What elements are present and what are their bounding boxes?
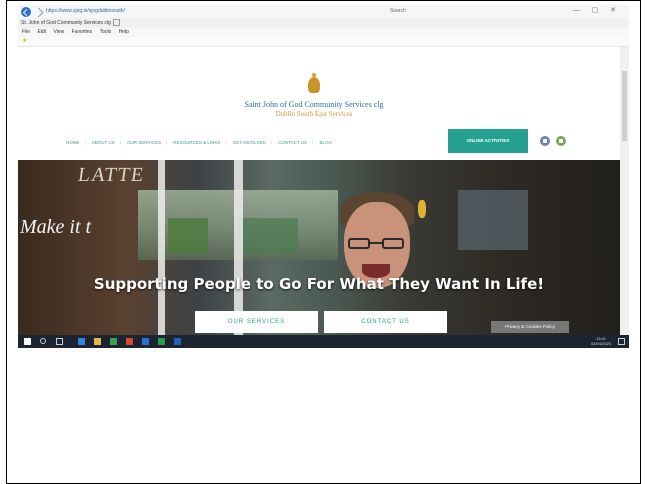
url-text: https://www.sjog.ie/sjogdublinsouth/ <box>46 8 125 14</box>
excel-icon[interactable] <box>158 338 165 345</box>
menu-bar: File Edit View Favorites Tools Help <box>18 28 629 37</box>
start-icon[interactable] <box>24 338 31 345</box>
clock-date: 02/04/2020 <box>590 340 611 346</box>
nav-home[interactable]: HOME <box>66 140 80 145</box>
nav-separator: | <box>84 140 86 145</box>
menu-favorites[interactable]: Favorites <box>72 29 93 35</box>
browser-tab[interactable]: St. John of God Community Services clg <box>21 19 111 27</box>
hero-headline: Supporting People to Go For What They Wa… <box>93 275 545 293</box>
windows-taskbar: 13:41 02/04/2020 <box>18 335 629 348</box>
hero-pillar <box>234 160 243 335</box>
glasses-lens <box>348 238 370 249</box>
notification-icon[interactable] <box>618 338 625 345</box>
office-icon[interactable] <box>126 338 133 345</box>
hero-window-backdrop <box>458 190 528 250</box>
screenshot: https://www.sjog.ie/sjogdublinsouth/ Sea… <box>18 5 629 348</box>
nav-about-us[interactable]: ABOUT US <box>92 140 115 145</box>
make-it-sign: Make it t <box>20 216 92 238</box>
twitter-icon[interactable] <box>556 136 566 146</box>
cookie-policy-button[interactable]: Privacy & Cookies Policy <box>491 321 569 333</box>
file-explorer-icon[interactable] <box>94 338 101 345</box>
hero-banner: LATTE Make it t Supporting People to Go … <box>18 160 620 335</box>
glasses-bridge <box>370 242 382 244</box>
word-icon[interactable] <box>142 338 149 345</box>
glasses-lens <box>382 238 404 249</box>
menu-tools[interactable]: Tools <box>100 29 112 35</box>
hero-foliage <box>168 218 208 254</box>
store-icon[interactable] <box>110 338 117 345</box>
page-scrollbar[interactable] <box>620 47 629 335</box>
nav-contact-us[interactable]: CONTACT US <box>278 140 307 145</box>
online-activities-button[interactable]: ONLINE ACTIVITIES <box>448 129 528 153</box>
forward-arrow-icon[interactable] <box>33 7 44 18</box>
tab-strip: St. John of God Community Services clg <box>18 18 629 28</box>
new-tab-icon[interactable] <box>113 19 120 26</box>
facebook-icon[interactable] <box>540 136 550 146</box>
nav-get-involved[interactable]: GET INVOLVED <box>233 140 266 145</box>
our-services-button[interactable]: OUR SERVICES <box>195 311 318 333</box>
web-page: Saint John of God Community Services clg… <box>18 47 620 335</box>
hero-pillar <box>158 160 165 335</box>
edge-icon[interactable] <box>78 338 85 345</box>
hero-lamp <box>418 200 426 218</box>
search-icon[interactable] <box>40 338 46 344</box>
main-nav: HOME | ABOUT US | OUR SERVICES | RESOURCES … <box>66 139 466 147</box>
favorites-bar: ★ <box>18 37 629 47</box>
nav-our-services[interactable]: OUR SERVICES <box>127 140 161 145</box>
back-arrow-icon[interactable] <box>21 7 31 17</box>
system-clock[interactable]: 13:41 02/04/2020 <box>590 336 611 346</box>
menu-help[interactable]: Help <box>119 29 129 35</box>
org-subtitle: Dublin South East Services <box>275 110 353 118</box>
nav-resources-links[interactable]: RESOURCES & LINKS <box>173 140 220 145</box>
task-view-icon[interactable] <box>56 338 63 345</box>
nav-separator: | <box>312 140 314 145</box>
hero-foliage <box>238 218 298 254</box>
favorites-star-icon[interactable]: ★ <box>22 38 27 45</box>
menu-file[interactable]: File <box>22 29 30 35</box>
latte-sign: LATTE <box>76 164 146 186</box>
org-name[interactable]: Saint John of God Community Services clg <box>216 100 412 109</box>
window-controls[interactable]: — ▢ ✕ <box>573 6 621 14</box>
menu-view[interactable]: View <box>53 29 64 35</box>
nav-separator: | <box>119 140 121 145</box>
search-input[interactable]: Search <box>390 8 480 15</box>
org-logo-icon[interactable] <box>308 73 320 93</box>
nav-separator: | <box>225 140 227 145</box>
outlook-icon[interactable] <box>174 338 181 345</box>
browser-address-bar: https://www.sjog.ie/sjogdublinsouth/ Sea… <box>18 5 629 18</box>
glasses <box>348 238 406 250</box>
address-input[interactable]: https://www.sjog.ie/sjogdublinsouth/ <box>46 8 216 15</box>
menu-edit[interactable]: Edit <box>37 29 46 35</box>
nav-blog[interactable]: BLOG <box>319 140 332 145</box>
scroll-thumb[interactable] <box>622 71 627 141</box>
nav-separator: | <box>270 140 272 145</box>
contact-us-button[interactable]: CONTACT US <box>324 311 447 333</box>
nav-separator: | <box>165 140 168 145</box>
